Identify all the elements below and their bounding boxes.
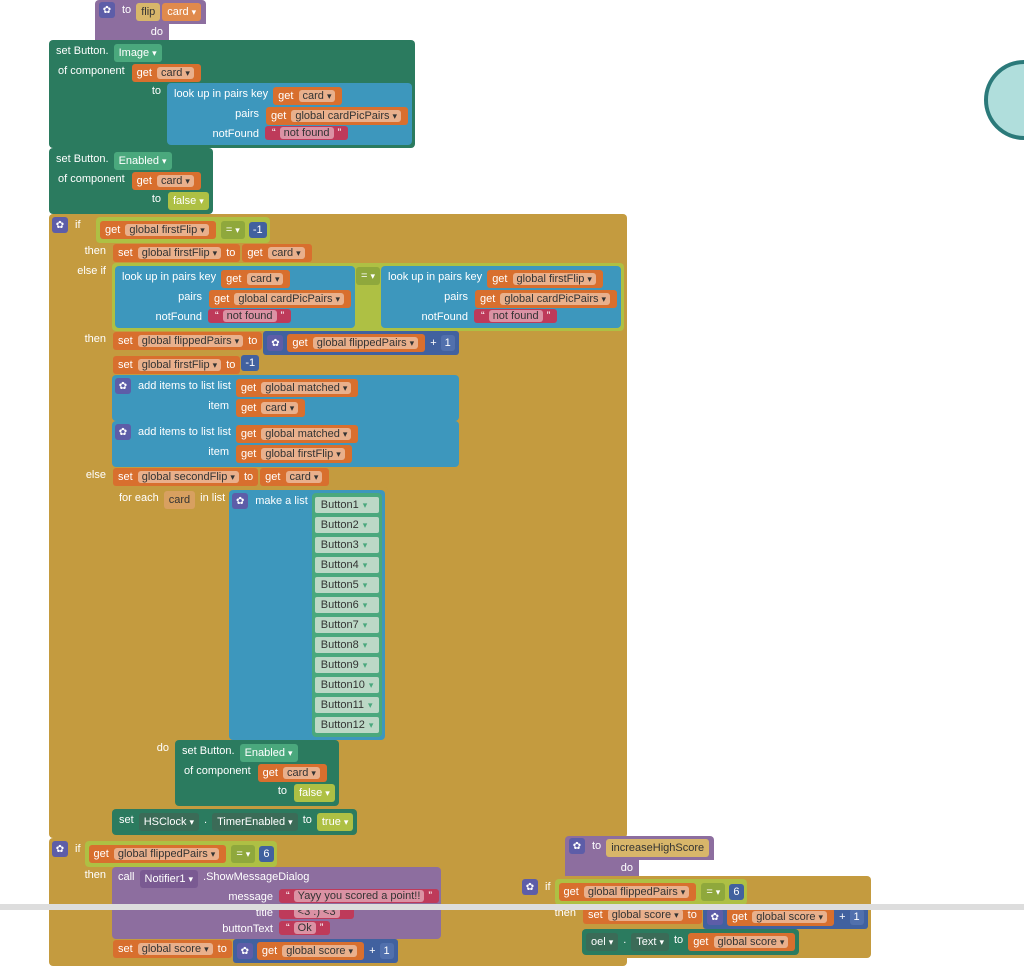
nf-text[interactable]: “not found” — [265, 126, 348, 140]
button-item[interactable]: Button5 — [314, 576, 381, 594]
eq-dd-2[interactable]: = — [356, 267, 380, 285]
false-1[interactable]: false — [168, 192, 209, 210]
of-component-label: of component — [52, 63, 131, 79]
proc-to: to — [118, 2, 135, 18]
gear-icon[interactable] — [99, 2, 115, 18]
proc-param[interactable]: card — [162, 3, 201, 21]
proc-name[interactable]: flip — [136, 3, 160, 21]
eq-wrap-2: look up in pairs keyget card pairsget gl… — [112, 263, 624, 331]
nf-label: notFound — [170, 126, 265, 142]
to-label-2: to — [52, 191, 167, 207]
set-button-label: set Button. — [52, 43, 113, 59]
button-item[interactable]: Button6 — [314, 596, 381, 614]
set-flippedpairs[interactable]: set global flippedPairs to — [113, 332, 262, 350]
eq-wrap: get global firstFlip = -1 — [96, 217, 270, 243]
button-item[interactable]: Button3 — [314, 536, 381, 554]
button-item[interactable]: Button12 — [314, 716, 381, 734]
do-label: do — [109, 24, 169, 40]
get-cardpic[interactable]: get global cardPicPairs — [266, 107, 408, 125]
button-item[interactable]: Button11 — [314, 696, 381, 714]
then-2: then — [52, 331, 112, 347]
scrollbar-track[interactable] — [0, 904, 1024, 910]
to-label: to — [52, 83, 167, 99]
get-firstflip[interactable]: get global firstFlip — [100, 221, 216, 239]
set-firstflip[interactable]: set global firstFlip to — [113, 244, 240, 262]
button-item[interactable]: Button7 — [314, 616, 381, 634]
of-component-2: of component — [52, 171, 131, 187]
foreach-var[interactable]: card — [164, 491, 195, 509]
math-plus[interactable]: get global flippedPairs + 1 — [263, 331, 458, 355]
set-secondflip[interactable]: set global secondFlip to — [113, 468, 258, 486]
elseif-label: else if — [52, 263, 112, 279]
get-card-2[interactable]: get card — [273, 87, 342, 105]
button-list: Button1 Button2 Button3 Button4 Button5 Butto… — [312, 493, 383, 737]
image-dd[interactable]: Image — [114, 44, 162, 62]
pairs-label: pairs — [170, 106, 265, 122]
get-card-4[interactable]: get card — [242, 244, 311, 262]
button-item[interactable]: Button9 — [314, 656, 381, 674]
decoration-circle — [984, 60, 1024, 140]
lookup-key: look up in pairs key — [170, 86, 272, 102]
button-item[interactable]: Button1 — [314, 496, 381, 514]
neg1-1[interactable]: -1 — [249, 222, 267, 238]
button-item[interactable]: Button8 — [314, 636, 381, 654]
proc2-name[interactable]: increaseHighScore — [606, 839, 709, 857]
gear-2[interactable] — [52, 217, 68, 233]
set-firstflip-2[interactable]: set global firstFlip to — [113, 356, 240, 374]
get-card-3[interactable]: get card — [132, 172, 201, 190]
button-item[interactable]: Button2 — [314, 516, 381, 534]
get-card[interactable]: get card — [132, 64, 201, 82]
button-item[interactable]: Button4 — [314, 556, 381, 574]
button-item[interactable]: Button10 — [314, 676, 381, 694]
eq-dd[interactable]: = — [221, 221, 245, 239]
set-score[interactable]: set global score to — [113, 940, 232, 958]
else-1: else — [52, 467, 112, 483]
then-1: then — [52, 243, 112, 259]
if-label: if — [71, 217, 96, 233]
enabled-dd[interactable]: Enabled — [114, 152, 172, 170]
set-button-enabled: set Button. — [52, 151, 113, 167]
